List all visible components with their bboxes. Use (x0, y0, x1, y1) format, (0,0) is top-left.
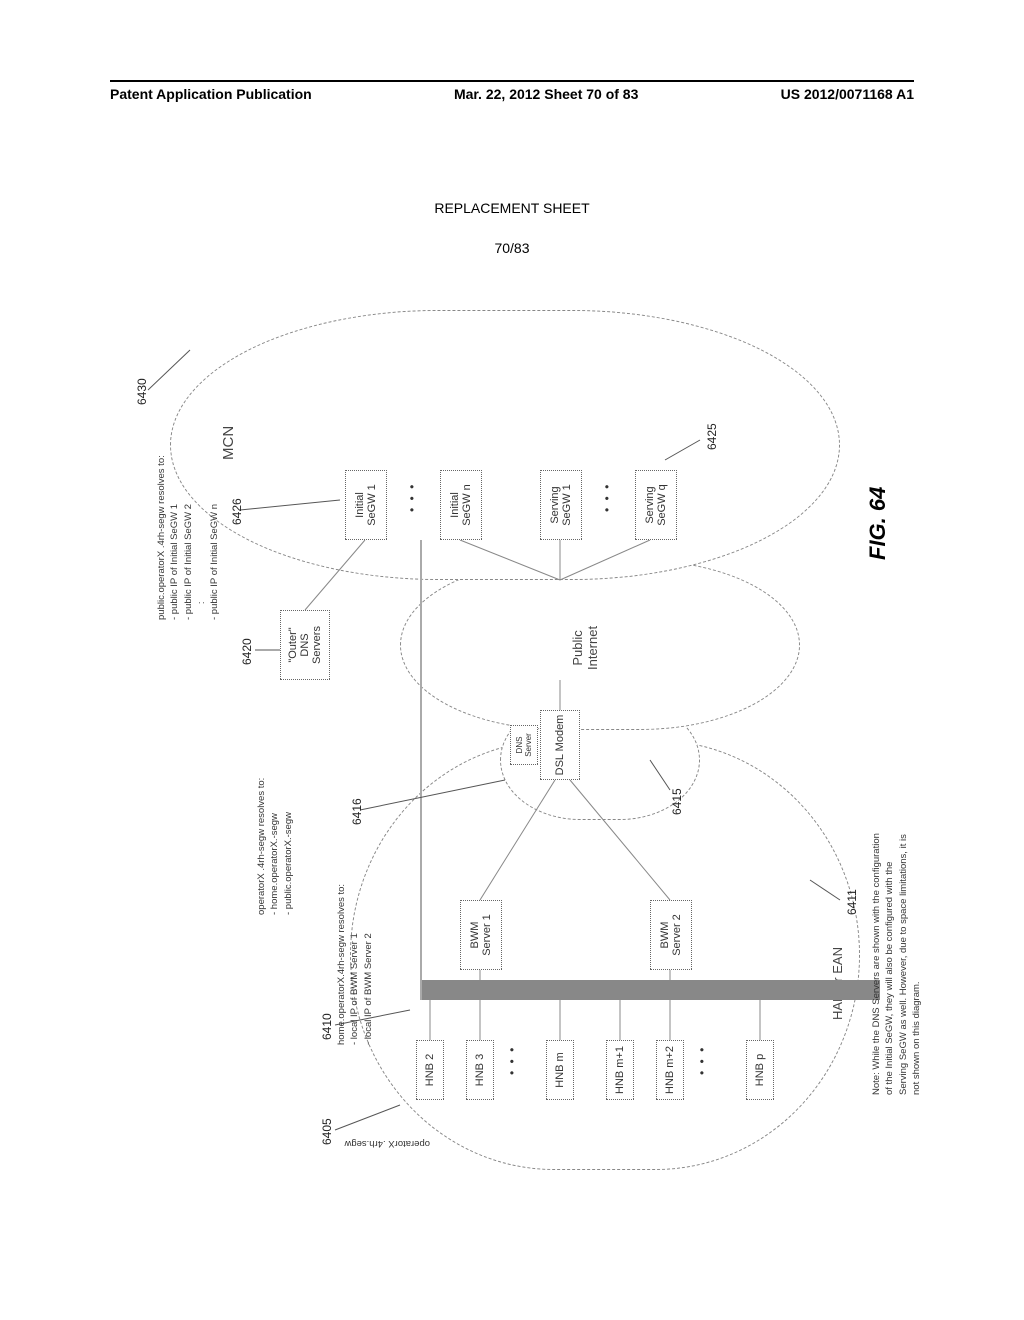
annot-resolves-3: public.operatorX .4rh-segw resolves to: … (155, 455, 221, 620)
dots-hnb-1: • • • (505, 1046, 519, 1075)
dots-segw-1: • • • (405, 483, 419, 512)
node-hnb-p: HNB p (746, 1040, 774, 1100)
node-bwm-2: BWM Server 2 (650, 900, 692, 970)
cloud-internet-label: Public Internet (570, 626, 600, 670)
header-right: US 2012/0071168 A1 (781, 86, 914, 102)
ref-6411: 6411 (845, 889, 859, 915)
ref-6430: 6430 (135, 378, 149, 405)
node-hnb-m2: HNB m+2 (656, 1040, 684, 1100)
ref-6405: 6405 (320, 1118, 334, 1145)
dots-hnb-2: • • • (695, 1046, 709, 1075)
annot-note: Note: While the DNS Servers are shown wi… (870, 833, 923, 1095)
diagram-container: HAN or EAN Public Internet MCN (110, 300, 920, 1180)
ref-6420: 6420 (240, 638, 254, 665)
dots-segw-2: • • • (600, 483, 614, 512)
node-dns-server: DNS Server (510, 725, 538, 765)
node-bwm-1: BWM Server 1 (460, 900, 502, 970)
cloud-mcn (170, 310, 840, 580)
node-hnb-m: HNB m (546, 1040, 574, 1100)
sheet-number: 70/83 (0, 240, 1024, 256)
node-serving-segw-q: Serving SeGW q (635, 470, 677, 540)
annot-operatorx-label: operatorX .4rh.segw (344, 1137, 430, 1150)
bus-hnb (420, 980, 880, 1000)
cloud-internet (400, 560, 800, 730)
header-center: Mar. 22, 2012 Sheet 70 of 83 (454, 86, 638, 102)
cloud-mcn-label: MCN (220, 426, 237, 460)
node-outer-dns: "Outer" DNS Servers (280, 610, 330, 680)
node-dsl-modem: DSL Modem (540, 710, 580, 780)
header-left: Patent Application Publication (110, 86, 312, 102)
ref-6426: 6426 (230, 498, 244, 525)
figure-diagram: HAN or EAN Public Internet MCN (110, 300, 920, 1180)
node-initial-segw-1: Initial SeGW 1 (345, 470, 387, 540)
ref-6425: 6425 (705, 423, 719, 450)
node-hnb-3: HNB 3 (466, 1040, 494, 1100)
ref-6416: 6416 (350, 798, 364, 825)
replacement-sheet-label: REPLACEMENT SHEET (0, 200, 1024, 216)
node-hnb-m1: HNB m+1 (606, 1040, 634, 1100)
node-hnb-2: HNB 2 (416, 1040, 444, 1100)
header-rule (110, 80, 914, 82)
node-serving-segw-1: Serving SeGW 1 (540, 470, 582, 540)
bus-top (420, 540, 422, 1000)
annot-resolves-2: home.operatorX.4rh-segw resolves to: - l… (335, 884, 375, 1045)
figure-label: FIG. 64 (865, 487, 891, 560)
ref-6415: 6415 (670, 788, 684, 815)
node-initial-segw-n: Initial SeGW n (440, 470, 482, 540)
page-header: Patent Application Publication Mar. 22, … (110, 86, 914, 102)
annot-resolves-1: operatorX .4rh-segw resolves to: - home.… (255, 778, 295, 915)
ref-6410: 6410 (320, 1013, 334, 1040)
